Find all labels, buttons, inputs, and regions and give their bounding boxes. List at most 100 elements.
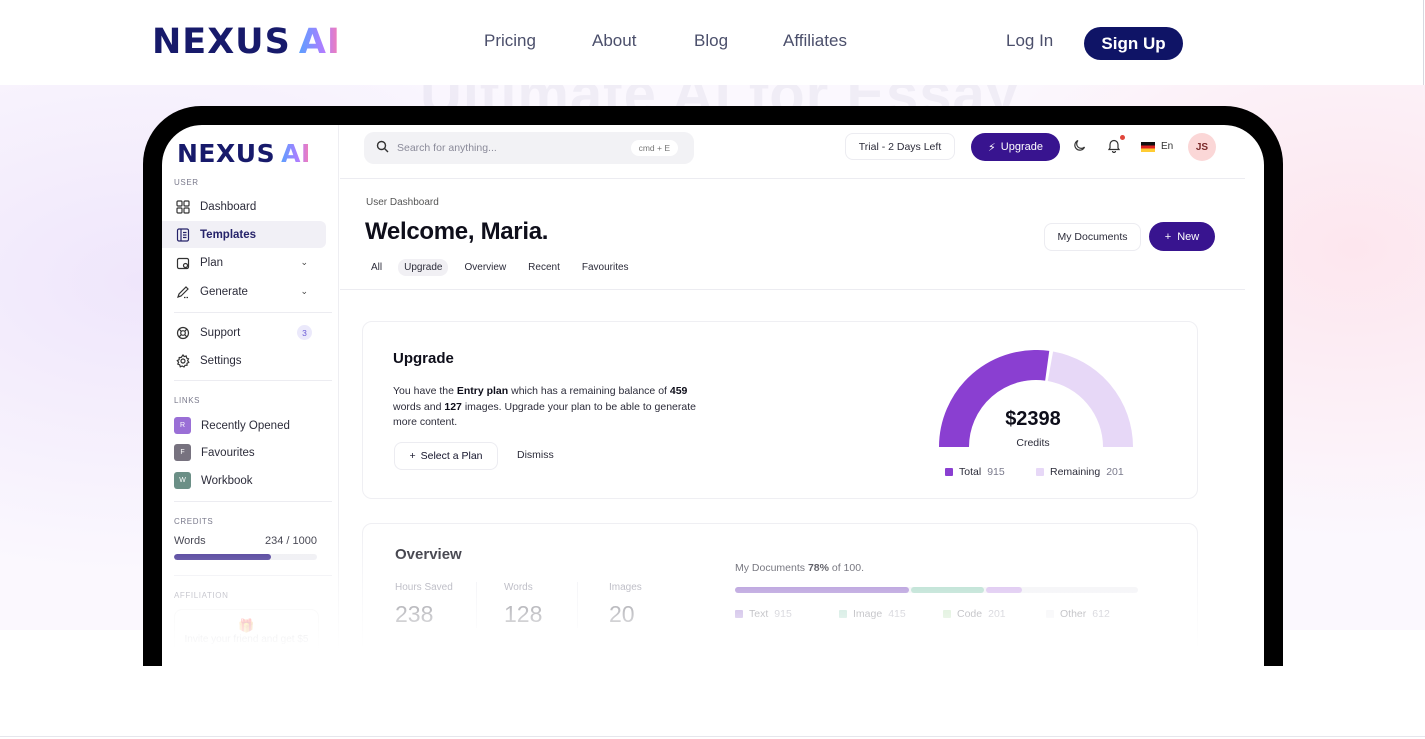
sidebar-item-settings[interactable]: Settings	[162, 347, 326, 374]
sidebar-section-credits: CREDITS	[174, 517, 214, 526]
legend-image: Image 415	[839, 608, 906, 620]
legend-value: 201	[988, 608, 1006, 620]
link-badge: F	[174, 444, 191, 461]
legend-swatch	[945, 468, 953, 476]
trial-status[interactable]: Trial - 2 Days Left	[845, 133, 955, 160]
lifebuoy-icon	[175, 325, 190, 340]
credits-label: Words	[174, 535, 206, 547]
link-workbook[interactable]: W Workbook	[174, 472, 253, 489]
sidebar-item-generate[interactable]: Generate ⌄	[162, 278, 326, 305]
bell-icon[interactable]	[1107, 138, 1121, 156]
bolt-icon: ⚡︎	[988, 141, 996, 154]
credits-progress-fill	[174, 554, 272, 560]
app-screen: NEXUS AI USER Dashboard Templates Plan ⌄…	[162, 125, 1264, 666]
sidebar-divider	[174, 501, 332, 502]
stat-value: 128	[504, 601, 543, 627]
my-documents-button[interactable]: My Documents	[1044, 223, 1141, 251]
document-icon	[175, 227, 190, 242]
credits-progress	[174, 554, 317, 560]
sidebar-item-plan[interactable]: Plan ⌄	[162, 249, 326, 276]
chevron-down-icon[interactable]: ⌄	[300, 257, 308, 268]
app-sidebar: NEXUS AI USER Dashboard Templates Plan ⌄…	[162, 125, 339, 666]
gear-icon	[175, 353, 190, 368]
nav-about[interactable]: About	[592, 31, 636, 51]
grid-icon	[175, 199, 190, 214]
tab-bar: All Upgrade Overview Recent Favourites	[365, 259, 645, 276]
sidebar-item-dashboard[interactable]: Dashboard	[162, 193, 326, 220]
site-header: NEXUS AI Pricing About Blog Affiliates Lo…	[0, 0, 1425, 85]
legend-text: Text 915	[735, 608, 792, 620]
link-recently-opened[interactable]: R Recently Opened	[174, 417, 290, 434]
legend-remaining: Remaining 201	[1036, 466, 1124, 478]
dismiss-button[interactable]: Dismiss	[517, 449, 554, 461]
documents-percent: 78%	[807, 562, 829, 574]
site-logo[interactable]: NEXUS AI	[152, 24, 341, 60]
images-balance: 127	[444, 400, 462, 413]
stat-divider	[577, 582, 578, 628]
legend-value: 915	[987, 466, 1005, 478]
affiliation-card[interactable]: 🎁 Invite your friend and get $5	[174, 609, 319, 666]
sidebar-item-label: Settings	[200, 354, 242, 367]
nav-affiliates[interactable]: Affiliates	[783, 31, 847, 51]
sidebar-item-label: Plan	[200, 256, 224, 269]
sidebar-section-affiliation: AFFILIATION	[174, 591, 229, 600]
select-plan-button[interactable]: + Select a Plan	[394, 442, 498, 470]
upgrade-card-title: Upgrade	[393, 350, 454, 367]
stat-divider	[476, 582, 477, 628]
sidebar-divider	[174, 312, 332, 313]
search-input[interactable]: Search for anything... cmd + E	[364, 132, 694, 164]
legend-label: Other	[1060, 608, 1087, 620]
moon-icon[interactable]	[1073, 138, 1087, 155]
app-logo[interactable]: NEXUS AI	[177, 139, 311, 169]
legend-swatch	[1046, 610, 1054, 618]
legend-label: Text	[749, 608, 769, 620]
login-link[interactable]: Log In	[1006, 31, 1053, 51]
tab-favourites[interactable]: Favourites	[576, 259, 635, 276]
link-favourites[interactable]: F Favourites	[174, 444, 255, 461]
logo-word: NEXUS	[152, 22, 291, 62]
tab-recent[interactable]: Recent	[522, 259, 566, 276]
upgrade-button[interactable]: ⚡︎ Upgrade	[971, 133, 1060, 161]
sidebar-item-label: Templates	[200, 228, 257, 241]
documents-progress	[735, 587, 1138, 593]
topbar-divider	[340, 178, 1245, 179]
upgrade-card-text: You have the Entry plan which has a rema…	[393, 384, 713, 431]
signup-button[interactable]: Sign Up	[1084, 27, 1183, 60]
words-balance: 459	[669, 385, 688, 397]
gift-icon: 🎁	[238, 618, 255, 633]
scrollbar-edge	[1423, 0, 1424, 85]
nav-pricing[interactable]: Pricing	[484, 31, 536, 51]
tab-all[interactable]: All	[365, 259, 388, 276]
avatar[interactable]: JS	[1188, 133, 1216, 161]
flag-icon[interactable]	[1141, 142, 1155, 152]
legend-swatch	[1036, 468, 1044, 476]
legend-value: 612	[1092, 608, 1110, 620]
new-button[interactable]: + New	[1149, 222, 1215, 251]
search-icon	[376, 140, 389, 156]
device-mockup: NEXUS AI USER Dashboard Templates Plan ⌄…	[143, 106, 1283, 666]
search-placeholder: Search for anything...	[397, 142, 497, 154]
pen-icon	[175, 284, 190, 299]
text-part: which has a remaining balance of	[508, 385, 670, 397]
sidebar-divider	[174, 380, 332, 381]
chevron-down-icon[interactable]: ⌄	[300, 286, 308, 297]
legend-label: Remaining	[1050, 466, 1101, 478]
legend-swatch	[943, 610, 951, 618]
stat-value: 20	[609, 601, 635, 627]
overview-title: Overview	[395, 546, 462, 563]
plus-icon: +	[1164, 230, 1172, 243]
text-part: words and	[393, 400, 445, 413]
tab-upgrade[interactable]: Upgrade	[398, 259, 449, 276]
sidebar-item-support[interactable]: Support 3	[162, 319, 326, 346]
breadcrumb: User Dashboard	[366, 197, 439, 208]
nav-blog[interactable]: Blog	[694, 31, 728, 51]
tab-overview[interactable]: Overview	[458, 259, 512, 276]
affiliation-text: Invite your friend and get $5	[184, 634, 309, 645]
sidebar-item-label: Generate	[200, 285, 248, 298]
upgrade-button-label: Upgrade	[1000, 141, 1043, 153]
language-selector[interactable]: En	[1161, 141, 1173, 152]
page-divider	[0, 736, 1425, 737]
sidebar-item-label: Support	[200, 326, 241, 339]
sidebar-item-templates[interactable]: Templates	[162, 221, 326, 248]
select-plan-label: Select a Plan	[420, 450, 483, 462]
